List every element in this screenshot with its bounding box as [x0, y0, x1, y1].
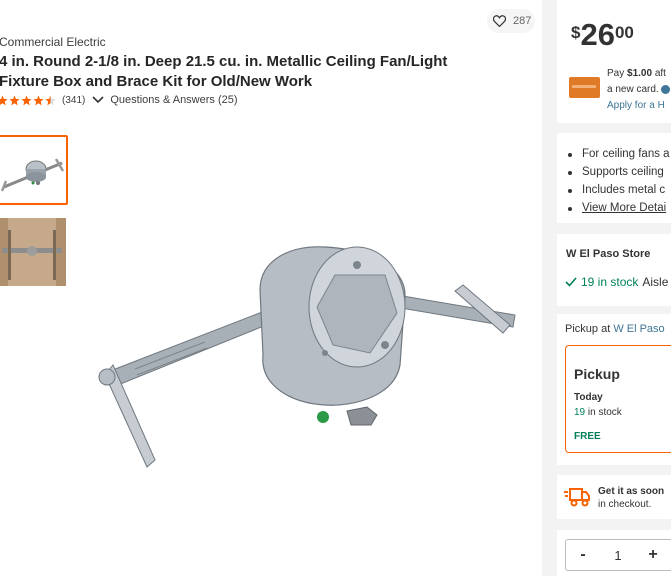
pickup-stock: 19 in stock	[574, 407, 622, 418]
info-icon[interactable]	[660, 84, 670, 94]
product-main-image[interactable]	[85, 235, 525, 475]
apply-card-link[interactable]: Apply for a H	[607, 98, 671, 114]
delivery-card: Get it as soon in checkout.	[557, 475, 671, 519]
card-promo: Pay $1.00 aft a new card. Apply for a H	[607, 66, 671, 114]
review-count[interactable]: (341)	[62, 95, 85, 106]
stock-row: 19 in stock Aisle	[565, 275, 668, 289]
credit-card-icon	[569, 77, 600, 98]
delivery-line2: in checkout.	[598, 499, 652, 510]
favorite-button[interactable]: 287	[487, 9, 535, 33]
quantity-card: - 1 +	[557, 530, 671, 576]
highlight-item: Supports ceiling	[567, 163, 670, 181]
questions-answers-link[interactable]: Questions & Answers (25)	[110, 94, 237, 106]
store-name[interactable]: W El Paso Store	[566, 248, 650, 260]
star-icon	[9, 94, 20, 105]
pickup-today: Today	[574, 392, 603, 403]
price: $ 26 00	[571, 18, 634, 52]
store-stock-card: W El Paso Store 19 in stock Aisle	[557, 234, 671, 306]
product-title-line2: Fixture Box and Brace Kit for Old/New Wo…	[0, 73, 313, 90]
heart-icon	[493, 15, 506, 27]
promo-line1: Pay $1.00 aft	[607, 66, 671, 82]
star-rating[interactable]	[0, 94, 57, 106]
product-title-line1: 4 in. Round 2-1/8 in. Deep 21.5 cu. in. …	[0, 53, 448, 70]
price-currency: $	[571, 23, 581, 42]
highlight-item: Includes metal c	[567, 181, 670, 199]
promo-post: aft	[652, 68, 666, 79]
quantity-decrease-button[interactable]: -	[566, 546, 600, 564]
favorites-count: 287	[513, 15, 532, 27]
quantity-stepper: - 1 +	[565, 539, 671, 571]
promo-pre: Pay	[607, 68, 628, 79]
pickup-option[interactable]: Pickup Today 19 in stock FREE	[565, 345, 671, 453]
pickup-free: FREE	[574, 431, 601, 442]
fan-box-brace-thumb-image	[0, 158, 65, 192]
pickup-card: Pickup at W El Paso Pickup Today 19 in s…	[557, 314, 671, 465]
thumbnail-fan-box-brace[interactable]	[0, 135, 68, 205]
brand-name[interactable]: Commercial Electric	[0, 35, 106, 49]
thumbnail-installed-brace[interactable]	[0, 218, 66, 286]
promo-line2: a new card.	[607, 82, 671, 98]
star-icon	[45, 94, 56, 105]
aisle-text: Aisle	[642, 275, 669, 289]
delivery-text: Get it as soon in checkout.	[598, 485, 664, 511]
view-more-details-link[interactable]: View More Detai	[567, 199, 670, 217]
quantity-increase-button[interactable]: +	[636, 546, 670, 564]
highlight-item: For ceiling fans a	[567, 145, 670, 163]
delivery-line1: Get it as soon	[598, 485, 664, 498]
star-icon	[0, 94, 8, 105]
delivery-line1-text: Get it as soon	[598, 486, 665, 497]
highlights-card: For ceiling fans a Supports ceiling Incl…	[557, 133, 671, 223]
star-icon	[33, 94, 44, 105]
price-card: $ 26 00 Pay $1.00 aft a new card. Apply …	[557, 0, 671, 123]
quantity-input[interactable]: 1	[600, 548, 636, 563]
price-cents: 00	[614, 23, 634, 42]
product-title: 4 in. Round 2-1/8 in. Deep 21.5 cu. in. …	[0, 52, 479, 92]
rating-row: (341) Questions & Answers (25)	[0, 94, 238, 106]
in-stock-text: 19 in stock	[581, 275, 639, 289]
star-icon	[21, 94, 32, 105]
pickup-stock-text: in stock	[585, 407, 622, 418]
promo-amount: $1.00	[627, 68, 653, 79]
highlights-list: For ceiling fans a Supports ceiling Incl…	[567, 145, 670, 217]
pickup-at-text: Pickup at	[565, 323, 614, 335]
pickup-at-label: Pickup at W El Paso	[565, 323, 665, 335]
price-dollars: 26	[580, 17, 615, 52]
pickup-title: Pickup	[574, 366, 620, 382]
promo-line2-text: a new card.	[607, 84, 659, 95]
pickup-store-link[interactable]: W El Paso	[613, 323, 664, 335]
pickup-stock-num: 19	[574, 407, 586, 418]
installed-brace-thumb-image	[0, 218, 66, 286]
chevron-down-icon[interactable]	[92, 96, 104, 104]
truck-icon	[564, 488, 590, 507]
product-overview: Commercial Electric 4 in. Round 2-1/8 in…	[0, 0, 542, 576]
check-icon	[565, 277, 577, 287]
